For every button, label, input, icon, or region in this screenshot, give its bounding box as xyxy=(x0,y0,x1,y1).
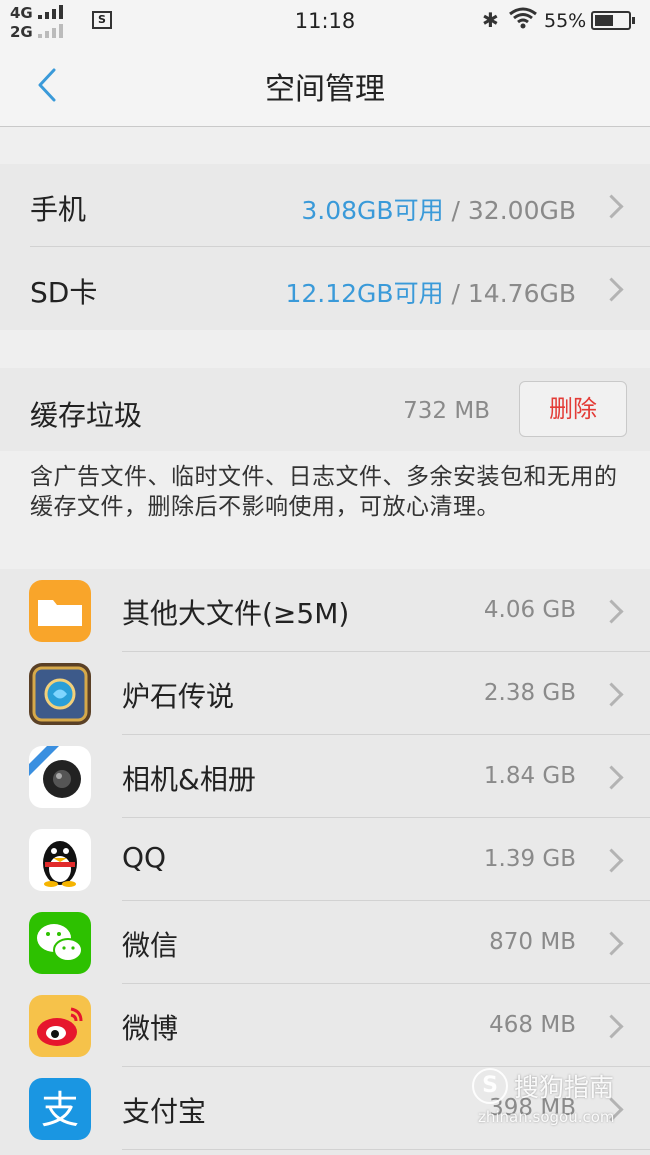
app-name: 炉石传说 xyxy=(122,680,235,713)
folder-icon xyxy=(29,580,91,642)
title-bar: 空间管理 xyxy=(0,44,650,127)
hearthstone-icon xyxy=(29,663,91,725)
app-row-weibo[interactable]: 微博 468 MB xyxy=(0,984,650,1067)
storage-label: 手机 xyxy=(30,193,87,226)
divider xyxy=(122,1149,650,1150)
bluetooth-icon: ✱ xyxy=(482,8,499,32)
app-size: 4.06 GB xyxy=(483,597,576,623)
app-size: 1.39 GB xyxy=(483,846,576,872)
app-row-hearthstone[interactable]: 炉石传说 2.38 GB xyxy=(0,652,650,735)
wechat-icon xyxy=(29,912,91,974)
camera-icon xyxy=(29,746,91,808)
sogou-logo-icon: S xyxy=(472,1068,508,1104)
watermark-url: zhinan.sogou.com xyxy=(478,1108,615,1126)
storage-row-sd-card[interactable]: SD卡 12.12GB可用 / 14.76GB xyxy=(0,247,650,329)
app-name: 其他大文件(≥5M) xyxy=(122,597,350,630)
storage-row-phone[interactable]: 手机 3.08GB可用 / 32.00GB xyxy=(0,164,650,246)
chevron-right-icon xyxy=(599,931,624,956)
app-row-large-files[interactable]: 其他大文件(≥5M) 4.06 GB xyxy=(0,569,650,652)
app-name: 微信 xyxy=(122,929,179,962)
app-row-camera-gallery[interactable]: 相机&相册 1.84 GB xyxy=(0,735,650,818)
chevron-right-icon xyxy=(599,599,624,624)
app-size: 870 MB xyxy=(489,929,576,955)
storage-label: SD卡 xyxy=(30,276,98,309)
storage-group: 手机 3.08GB可用 / 32.00GB SD卡 12.12GB可用 / 14… xyxy=(0,164,650,330)
app-name: 微博 xyxy=(122,1012,179,1045)
battery-icon xyxy=(591,11,635,30)
app-size: 1.84 GB xyxy=(483,763,576,789)
cache-label: 缓存垃圾 xyxy=(30,399,143,432)
chevron-right-icon xyxy=(599,682,624,707)
weibo-icon xyxy=(29,995,91,1057)
delete-cache-button[interactable]: 删除 xyxy=(519,381,627,437)
cache-description: 含广告文件、临时文件、日志文件、多余安装包和无用的缓存文件，删除后不影响使用，可… xyxy=(30,464,618,520)
app-name: QQ xyxy=(122,841,167,874)
cache-size: 732 MB xyxy=(403,398,490,424)
chevron-right-icon xyxy=(599,1014,624,1039)
page-title: 空间管理 xyxy=(265,72,385,107)
app-row-wechat[interactable]: 微信 870 MB xyxy=(0,901,650,984)
status-bar: 4G 2G S 11:18 ✱ 55% xyxy=(0,0,650,44)
svg-text:支: 支 xyxy=(41,1088,79,1132)
alipay-icon: 支 xyxy=(29,1078,91,1140)
watermark: S 搜狗指南 zhinan.sogou.com xyxy=(472,1068,642,1132)
app-name: 支付宝 xyxy=(122,1095,207,1128)
app-size: 468 MB xyxy=(489,1012,576,1038)
battery-percent: 55% xyxy=(544,10,587,32)
chevron-right-icon xyxy=(599,765,624,790)
chevron-right-icon xyxy=(599,277,624,302)
storage-value: 3.08GB可用 / 32.00GB xyxy=(301,196,576,225)
app-name: 相机&相册 xyxy=(122,763,256,796)
storage-value: 12.12GB可用 / 14.76GB xyxy=(285,279,576,308)
qq-penguin-icon xyxy=(29,829,91,891)
app-size: 2.38 GB xyxy=(483,680,576,706)
wifi-icon xyxy=(509,7,537,29)
chevron-right-icon xyxy=(599,848,624,873)
chevron-right-icon xyxy=(599,194,624,219)
watermark-title: 搜狗指南 xyxy=(514,1073,615,1102)
cache-row: 缓存垃圾 732 MB 删除 xyxy=(0,368,650,451)
app-row-qq[interactable]: QQ 1.39 GB xyxy=(0,818,650,901)
